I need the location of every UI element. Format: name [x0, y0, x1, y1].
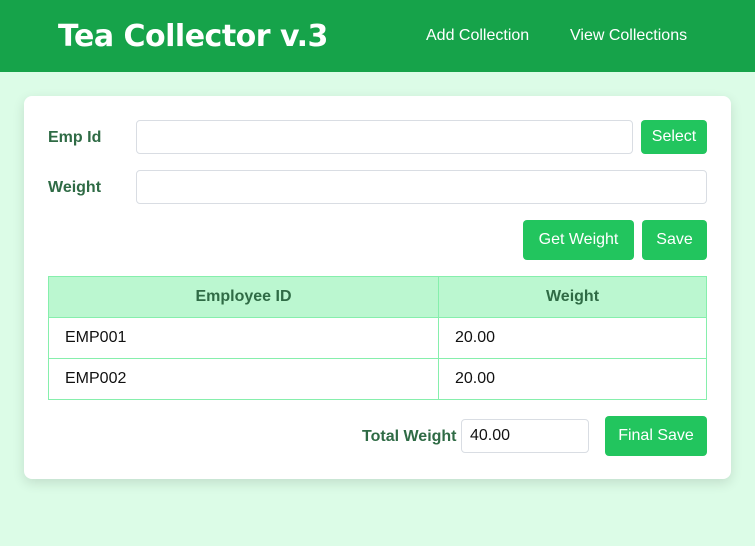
- select-button[interactable]: Select: [641, 120, 707, 154]
- total-weight-input[interactable]: [461, 419, 589, 453]
- table-header-row: Employee ID Weight: [48, 276, 707, 318]
- cell-weight: 20.00: [438, 317, 707, 359]
- emp-id-input[interactable]: [136, 120, 633, 154]
- final-save-button[interactable]: Final Save: [605, 416, 707, 456]
- weight-input[interactable]: [136, 170, 707, 204]
- save-button[interactable]: Save: [642, 220, 707, 260]
- weight-label: Weight: [48, 179, 102, 196]
- cell-weight: 20.00: [438, 358, 707, 400]
- cell-employee-id: EMP002: [48, 358, 439, 400]
- nav-add-collection[interactable]: Add Collection: [426, 27, 529, 45]
- header-employee-id: Employee ID: [48, 276, 439, 318]
- collection-table: Employee ID Weight EMP001 20.00 EMP002 2…: [48, 276, 707, 400]
- cell-employee-id: EMP001: [48, 317, 439, 359]
- total-weight-label: Total Weight: [362, 428, 457, 445]
- get-weight-button[interactable]: Get Weight: [523, 220, 634, 260]
- navbar: Tea Collector v.3 Add Collection View Co…: [0, 0, 755, 72]
- nav-view-collections[interactable]: View Collections: [570, 27, 687, 45]
- emp-id-label: Emp Id: [48, 129, 102, 146]
- table-row: EMP002 20.00: [48, 358, 707, 400]
- collection-card: Emp Id Select Weight Get Weight Save Emp…: [24, 96, 731, 479]
- header-weight: Weight: [438, 276, 707, 318]
- table-row: EMP001 20.00: [48, 317, 707, 359]
- app-title: Tea Collector v.3: [58, 19, 328, 54]
